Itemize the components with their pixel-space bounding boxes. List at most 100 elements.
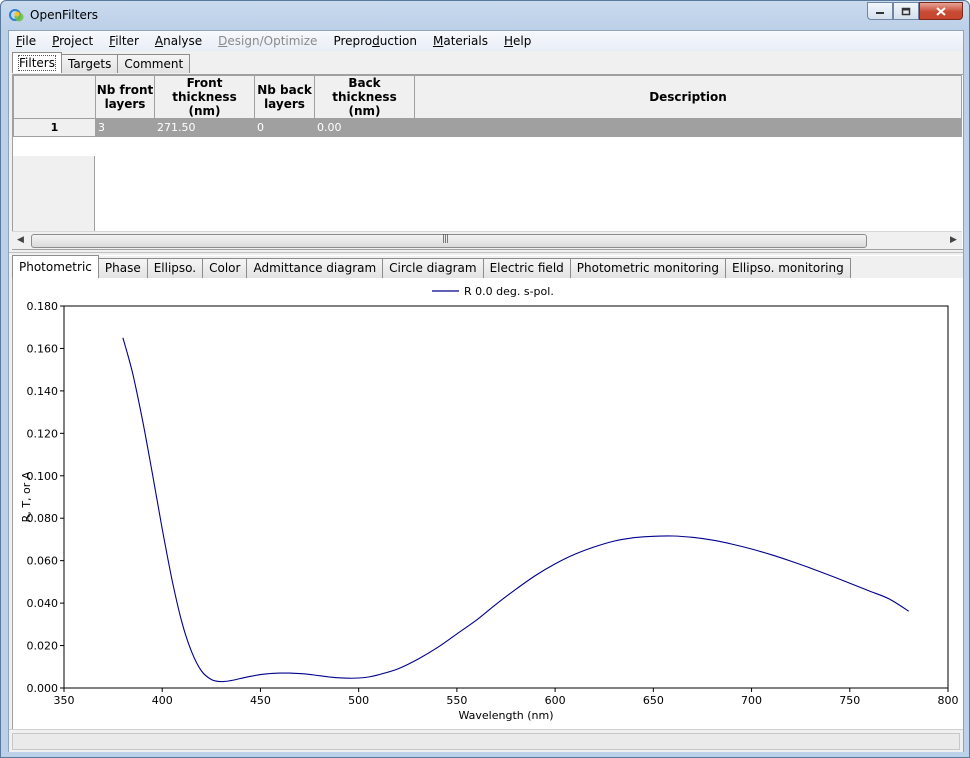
menu-materials[interactable]: Materials xyxy=(425,31,496,51)
tab-electric-field[interactable]: Electric field xyxy=(482,258,571,278)
header-line: Front xyxy=(186,76,223,90)
title-bar[interactable]: OpenFilters xyxy=(1,1,969,29)
window-title: OpenFilters xyxy=(30,8,99,22)
menu-preproduction[interactable]: Preproduction xyxy=(325,31,425,51)
header-line: thickness (nm) xyxy=(172,90,237,118)
y-tick-label: 0.020 xyxy=(27,640,59,653)
scrollbar-thumb[interactable]: ||| xyxy=(31,234,867,248)
menu-project[interactable]: Project xyxy=(44,31,101,51)
corner-header-cell[interactable] xyxy=(13,75,96,119)
minimize-icon xyxy=(876,12,884,14)
header-line: Back xyxy=(348,76,381,90)
menu-accelerator-key: M xyxy=(432,34,444,48)
y-tick-label: 0.000 xyxy=(27,682,59,695)
cell-back-thickness[interactable]: 0.00 xyxy=(314,118,415,137)
menu-label-text: ilter xyxy=(115,34,139,48)
photometric-chart: R 0.0 deg. s-pol. 350 400 450 500 550 600 650 7… xyxy=(20,285,959,722)
cell-description[interactable] xyxy=(414,118,962,137)
menu-label-text: aterials xyxy=(443,34,488,48)
table-row[interactable]: 1 3 271.50 0 0.00 xyxy=(13,118,962,137)
x-tick-label: 700 xyxy=(741,694,762,707)
menu-label-text: uction xyxy=(379,34,417,48)
tab-ellipso-monitoring[interactable]: Ellipso. monitoring xyxy=(724,258,851,278)
menu-label-text: elp xyxy=(513,34,532,48)
menu-design-optimize[interactable]: Design/Optimize xyxy=(210,31,325,51)
status-field xyxy=(12,733,960,750)
filters-table: Nb front layers Front thickness (nm) Nb ba… xyxy=(13,75,962,137)
menu-analyse[interactable]: Analyse xyxy=(147,31,210,51)
header-description[interactable]: Description xyxy=(414,75,962,119)
menu-filter[interactable]: Filter xyxy=(101,31,147,51)
header-line: layers xyxy=(264,97,305,111)
menu-label-text: esign/Optimize xyxy=(227,34,318,48)
client-area: File Project Filter Analyse Design/Optimize P… xyxy=(8,30,964,752)
tab-color[interactable]: Color xyxy=(202,258,248,278)
menu-file[interactable]: File xyxy=(9,31,44,51)
x-axis-label: Wavelength (nm) xyxy=(458,709,553,722)
menu-label-text: roject xyxy=(59,34,94,48)
horizontal-scrollbar[interactable]: ◀ ||| ▶ xyxy=(12,231,962,249)
row-index-cell[interactable]: 1 xyxy=(13,118,96,137)
tab-targets[interactable]: Targets xyxy=(60,54,119,73)
tab-photometric[interactable]: Photometric xyxy=(12,255,99,278)
x-tick-label: 500 xyxy=(348,694,369,707)
cell-nb-front-layers[interactable]: 3 xyxy=(95,118,155,137)
menu-accelerator-key: A xyxy=(154,34,164,48)
x-tick-label: 800 xyxy=(938,694,959,707)
legend: R 0.0 deg. s-pol. xyxy=(432,285,554,298)
scroll-left-arrow-icon[interactable]: ◀ xyxy=(17,235,24,245)
y-tick-label: 0.140 xyxy=(27,385,59,398)
tab-comment-label: Comment xyxy=(124,57,184,71)
restore-button[interactable] xyxy=(893,2,919,20)
plot-area xyxy=(63,305,949,689)
menu-accelerator-key: D xyxy=(218,34,228,48)
header-nb-front-layers[interactable]: Nb front layers xyxy=(95,75,155,119)
tab-admittance-diagram[interactable]: Admittance diagram xyxy=(246,258,384,278)
tab-ellipso[interactable]: Ellipso. xyxy=(146,258,204,278)
menu-label-text: ile xyxy=(22,34,37,48)
cell-nb-back-layers[interactable]: 0 xyxy=(254,118,315,137)
menu-label-text: nalyse xyxy=(163,34,203,48)
x-tick-label: 400 xyxy=(152,694,173,707)
tab-filters[interactable]: Filters xyxy=(12,52,62,73)
analysis-tab-strip: Photometric Phase Ellipso. Color Admitta… xyxy=(12,255,851,278)
table-header-row: Nb front layers Front thickness (nm) Nb ba… xyxy=(13,75,962,119)
header-front-thickness[interactable]: Front thickness (nm) xyxy=(154,75,255,119)
x-tick-label: 450 xyxy=(250,694,271,707)
grip-icon: ||| xyxy=(442,234,449,244)
header-back-thickness[interactable]: Back thickness (nm) xyxy=(314,75,415,119)
menu-accelerator-key: d xyxy=(372,34,380,48)
tab-photometric-monitoring[interactable]: Photometric monitoring xyxy=(569,258,726,278)
y-axis-label: R, T, or A xyxy=(20,471,33,522)
tab-circle-diagram[interactable]: Circle diagram xyxy=(382,258,484,278)
y-tick-label: 0.060 xyxy=(27,555,59,568)
header-line: thickness (nm) xyxy=(332,90,397,118)
cell-front-thickness[interactable]: 271.50 xyxy=(154,118,255,137)
tab-comment[interactable]: Comment xyxy=(117,54,191,73)
tab-phase[interactable]: Phase xyxy=(97,258,148,278)
app-window: OpenFilters File Project Filter Analyse Desi… xyxy=(0,0,970,758)
close-icon xyxy=(936,6,946,16)
tab-filters-label: Filters xyxy=(18,55,56,71)
y-tick-label: 0.160 xyxy=(27,342,59,355)
y-tick-label: 0.180 xyxy=(27,300,59,313)
close-button[interactable] xyxy=(919,2,963,20)
restore-icon xyxy=(901,7,911,15)
x-tick-label: 650 xyxy=(643,694,664,707)
photometric-chart-panel: R 0.0 deg. s-pol. 350 400 450 500 550 600 650 7… xyxy=(12,278,964,730)
menu-help[interactable]: Help xyxy=(496,31,539,51)
scroll-right-arrow-icon[interactable]: ▶ xyxy=(950,235,957,245)
x-axis: 350 400 450 500 550 600 650 700 750 800 xyxy=(54,688,959,707)
legend-label: R 0.0 deg. s-pol. xyxy=(464,285,554,298)
tab-targets-label: Targets xyxy=(67,57,112,71)
y-tick-label: 0.120 xyxy=(27,427,59,440)
x-tick-label: 550 xyxy=(446,694,467,707)
openfilters-app-icon xyxy=(9,9,24,22)
header-line: layers xyxy=(104,97,146,111)
header-line: Nb back xyxy=(257,83,312,97)
header-nb-back-layers[interactable]: Nb back layers xyxy=(254,75,315,119)
filters-grid: Nb front layers Front thickness (nm) Nb ba… xyxy=(12,74,964,250)
minimize-button[interactable] xyxy=(867,2,893,20)
x-tick-label: 350 xyxy=(54,694,75,707)
y-tick-label: 0.040 xyxy=(27,597,59,610)
